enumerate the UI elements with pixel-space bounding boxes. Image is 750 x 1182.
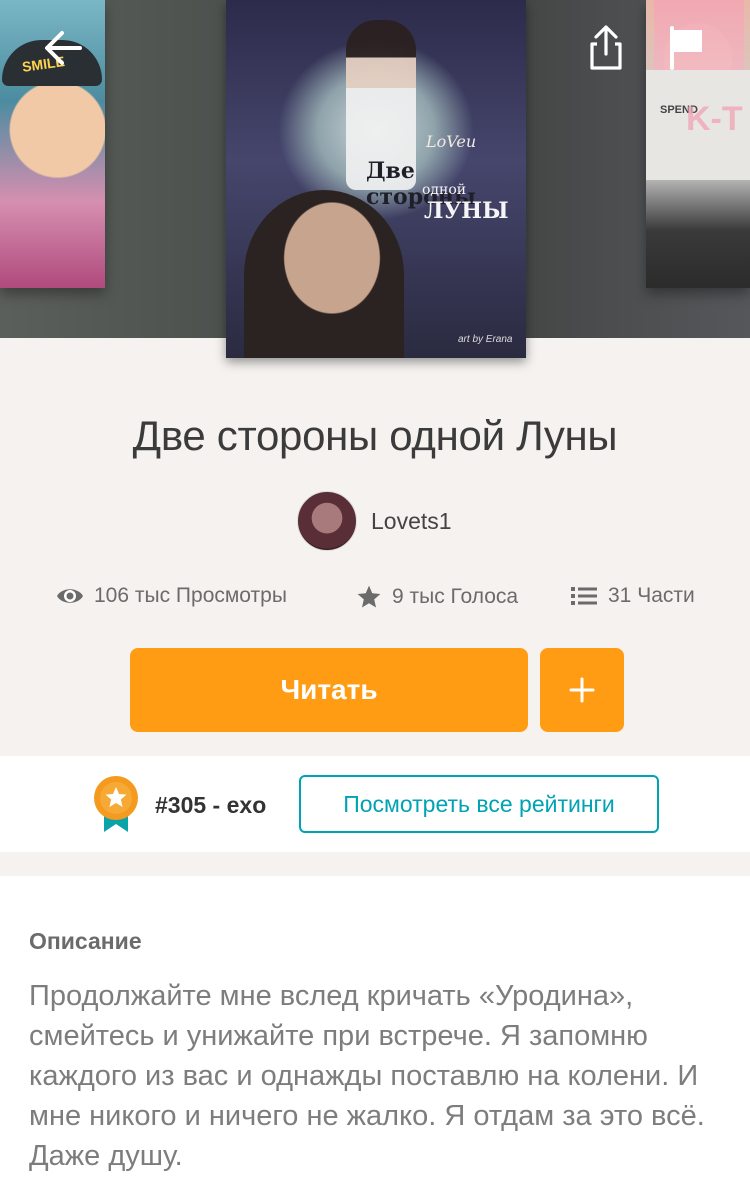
parts-count: 31 Части xyxy=(608,584,695,607)
author-link[interactable]: Lovets1 xyxy=(297,491,452,551)
cover-text-title-3: ЛУНЫ xyxy=(424,198,509,224)
arrow-left-icon xyxy=(45,31,82,65)
eye-icon xyxy=(57,589,83,603)
stat-views: 106 тыс Просмотры xyxy=(56,584,287,608)
story-title: Две стороны одной Луны xyxy=(132,412,618,459)
cover-text-credit: art by Erana xyxy=(458,334,513,345)
cover-text-title-2: одной xyxy=(422,182,467,198)
back-button[interactable] xyxy=(40,24,88,72)
plus-icon xyxy=(569,677,595,703)
report-button[interactable] xyxy=(664,24,712,72)
add-to-library-button[interactable] xyxy=(540,648,624,732)
view-all-rankings-button[interactable]: Посмотреть все рейтинги xyxy=(299,775,659,833)
share-icon xyxy=(590,25,622,70)
read-button[interactable]: Читать xyxy=(130,648,528,732)
star-icon xyxy=(357,585,381,608)
ranking-card: #305 - exo Посмотреть все рейтинги xyxy=(0,756,750,852)
rank-text: #305 - exo xyxy=(155,792,267,818)
views-count: 106 тыс Просмотры xyxy=(94,584,287,607)
stat-parts: 31 Части xyxy=(570,584,695,608)
share-button[interactable] xyxy=(582,24,630,72)
cover-main[interactable]: LoVeu Две стороны одной ЛУНЫ art by Eran… xyxy=(226,0,526,358)
flag-icon xyxy=(670,26,702,70)
cover-figure-boy xyxy=(244,190,404,358)
cover-right-big-text: K-T xyxy=(686,100,743,138)
cover-text-author: LoVeu xyxy=(426,132,477,151)
votes-count: 9 тыс Голоса xyxy=(392,585,519,608)
story-stats: 106 тыс Просмотры 9 тыс Голоса 31 Части xyxy=(0,584,750,616)
description-heading: Описание xyxy=(29,928,142,954)
medal-icon xyxy=(94,776,138,832)
description-card: Описание Продолжайте мне вслед кричать «… xyxy=(0,876,750,1182)
stat-votes: 9 тыс Голоса xyxy=(356,584,518,610)
author-name[interactable]: Lovets1 xyxy=(371,508,452,535)
list-icon xyxy=(571,587,597,605)
avatar[interactable] xyxy=(297,491,357,551)
description-text: Продолжайте мне вслед кричать «Уродина»,… xyxy=(29,980,705,1172)
